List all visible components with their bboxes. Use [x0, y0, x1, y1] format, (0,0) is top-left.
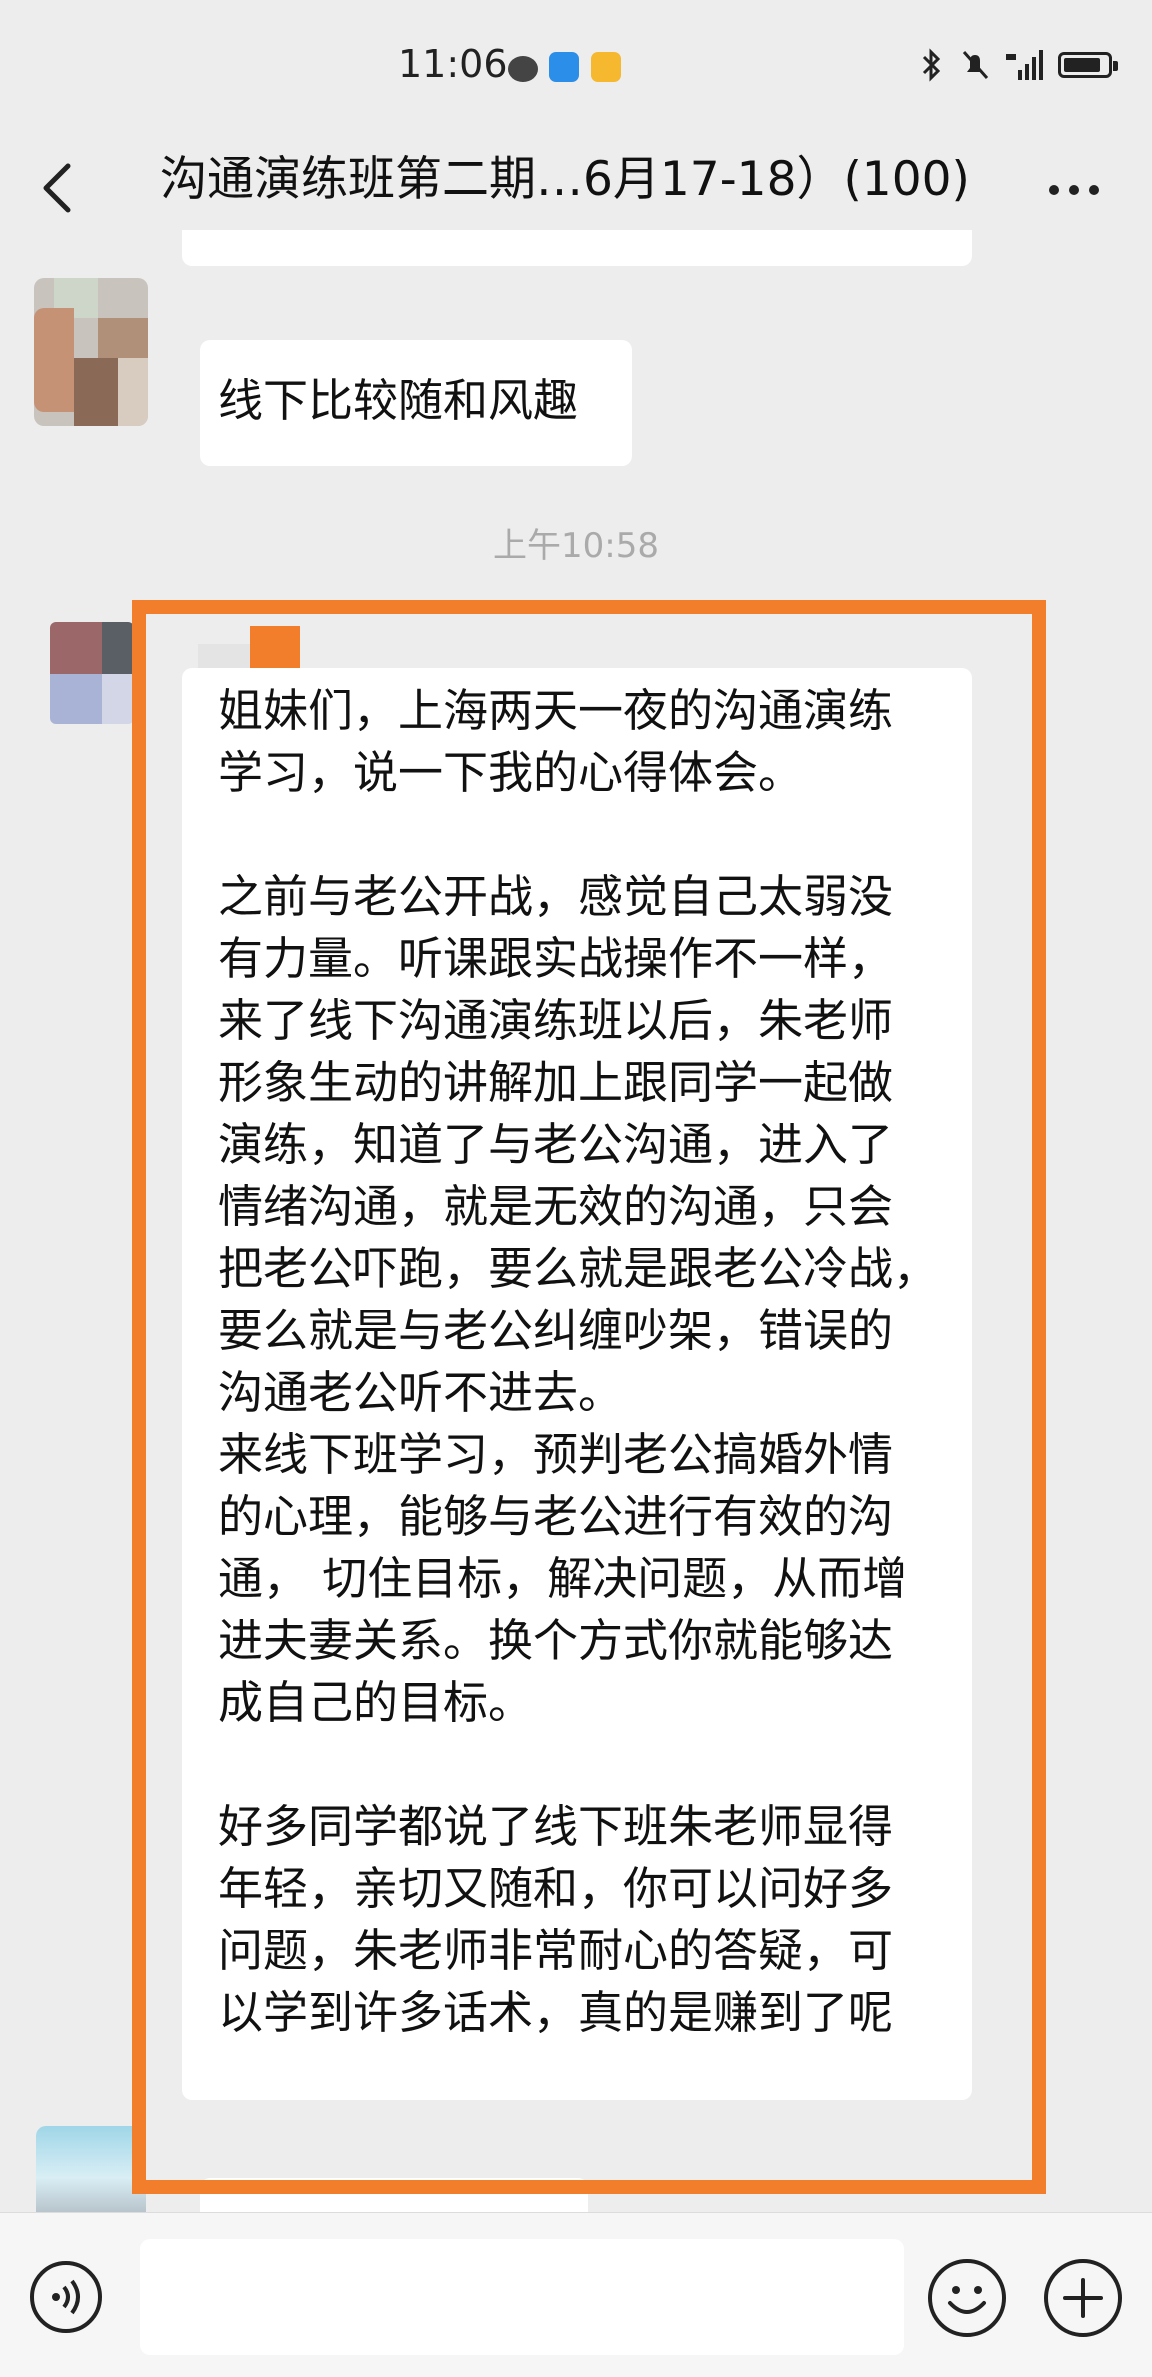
wechat-icon — [508, 56, 538, 82]
status-icons — [916, 48, 1118, 82]
status-bar: 11:06 — [0, 0, 1152, 130]
avatar[interactable] — [50, 622, 134, 724]
mute-icon — [962, 51, 989, 79]
voice-icon — [52, 2279, 80, 2315]
bird-icon — [549, 52, 579, 82]
chat-title: 沟通演练班第二期…6月17-18）(100) — [160, 152, 970, 207]
highlight-frame — [132, 600, 1046, 2194]
emoji-button[interactable] — [928, 2259, 1006, 2337]
more-functions-button[interactable] — [1044, 2259, 1122, 2337]
avatar[interactable] — [36, 2126, 146, 2212]
back-arrow-icon[interactable] — [36, 156, 80, 220]
emoji-icon — [948, 2286, 986, 2314]
previous-message-bubble — [182, 230, 972, 266]
message-bubble[interactable]: 线下比较随和风趣 — [200, 340, 632, 466]
more-options-icon[interactable] — [1046, 170, 1102, 210]
message-input[interactable] — [140, 2239, 904, 2355]
voice-input-button[interactable] — [30, 2261, 102, 2333]
timestamp: 上午10:58 — [493, 526, 659, 566]
status-time: 11:06 — [398, 42, 508, 86]
plus-icon — [1063, 2278, 1103, 2318]
message-text: 线下比较随和风趣 — [218, 374, 579, 427]
note-icon — [591, 52, 621, 82]
signal-4g-icon — [1006, 50, 1043, 80]
bottom-input-bar — [0, 2212, 1152, 2377]
battery-level — [1064, 58, 1100, 72]
avatar[interactable] — [34, 278, 148, 426]
bluetooth-icon — [922, 48, 941, 82]
battery-icon — [1058, 52, 1118, 78]
